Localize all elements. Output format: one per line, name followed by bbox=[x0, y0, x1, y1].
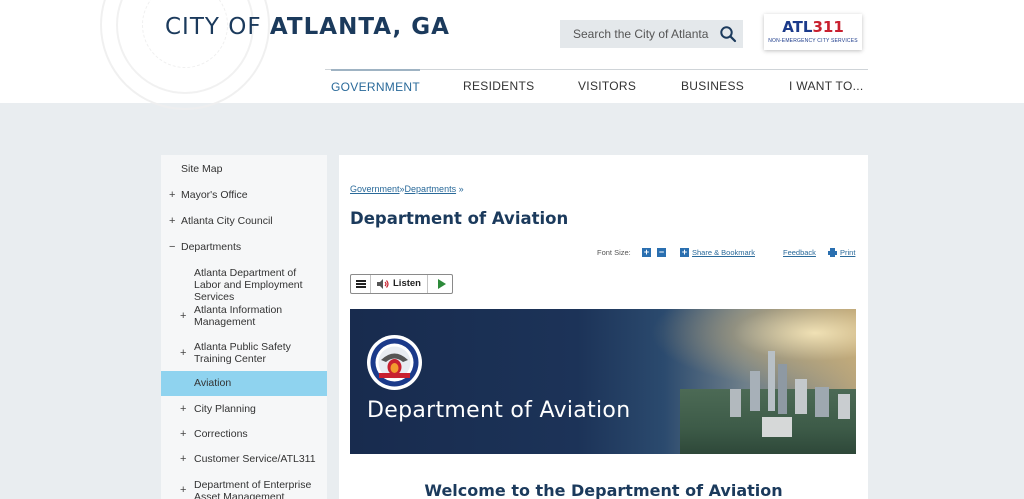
sidebar-item-label: Atlanta Information Management bbox=[194, 304, 283, 328]
expand-icon[interactable]: + bbox=[180, 453, 186, 465]
font-increase-button[interactable]: + bbox=[642, 248, 651, 257]
sidebar-item-label: Aviation bbox=[194, 377, 232, 389]
share-icon[interactable]: + bbox=[680, 248, 689, 257]
city-seal-icon bbox=[367, 335, 422, 390]
atl311-logo-atl: ATL bbox=[782, 18, 813, 36]
collapse-icon[interactable]: − bbox=[169, 241, 175, 253]
skyline-building bbox=[778, 364, 787, 414]
atl311-logo[interactable]: ATL311 NON-EMERGENCY CITY SERVICES bbox=[764, 14, 862, 50]
sidebar-item-label: Atlanta City Council bbox=[181, 215, 273, 227]
sidebar-item-site-map[interactable]: Site Map bbox=[161, 161, 327, 187]
skyline-building bbox=[795, 379, 807, 414]
breadcrumb-separator: » bbox=[456, 184, 464, 194]
search-icon[interactable] bbox=[719, 25, 737, 43]
font-size-label: Font Size: bbox=[597, 248, 631, 257]
atl311-logo-subtitle: NON-EMERGENCY CITY SERVICES bbox=[768, 38, 858, 44]
expand-icon[interactable]: + bbox=[169, 189, 175, 201]
sidebar-item-city-council[interactable]: + Atlanta City Council bbox=[161, 213, 327, 239]
site-title[interactable]: CITY OF ATLANTA, GA bbox=[165, 14, 450, 40]
listen-button[interactable]: Listen bbox=[372, 275, 428, 293]
nav-i-want-to[interactable]: I WANT TO... bbox=[789, 70, 864, 103]
banner-title: Department of Aviation bbox=[367, 398, 631, 423]
skyline-building bbox=[768, 351, 775, 411]
site-title-thin: CITY OF bbox=[165, 14, 270, 40]
nav-visitors[interactable]: VISITORS bbox=[578, 70, 636, 103]
breadcrumb-departments[interactable]: Departments bbox=[405, 184, 457, 194]
sidebar-item-label: Site Map bbox=[181, 163, 223, 175]
sidebar-item-corrections[interactable]: + Corrections bbox=[161, 422, 327, 447]
sidebar-item-departments[interactable]: − Departments bbox=[161, 239, 327, 265]
skyline-building bbox=[815, 387, 829, 417]
nav-residents[interactable]: RESIDENTS bbox=[463, 70, 534, 103]
font-decrease-button[interactable]: − bbox=[657, 248, 666, 257]
site-title-bold: ATLANTA, GA bbox=[269, 14, 450, 40]
department-banner: Department of Aviation bbox=[350, 309, 856, 454]
speaker-icon bbox=[377, 279, 389, 289]
sidebar-item-label: Atlanta Department of Labor and Employme… bbox=[194, 267, 303, 303]
expand-icon[interactable]: + bbox=[180, 484, 186, 496]
print-icon[interactable] bbox=[828, 248, 837, 257]
breadcrumb: Government»Departments » bbox=[350, 184, 464, 194]
welcome-heading: Welcome to the Department of Aviation bbox=[424, 481, 783, 499]
expand-icon[interactable]: + bbox=[180, 347, 186, 359]
print-link[interactable]: Print bbox=[840, 247, 855, 258]
expand-icon[interactable]: + bbox=[180, 403, 186, 415]
sidebar-item-label: Departments bbox=[181, 241, 242, 253]
atl311-logo-text: ATL311 bbox=[764, 16, 862, 38]
sidebar-item-label: Department of Enterprise Asset Managemen… bbox=[194, 479, 312, 499]
page-title: Department of Aviation bbox=[350, 209, 569, 228]
sidebar-item-customer-service[interactable]: + Customer Service/ATL311 bbox=[161, 447, 327, 473]
sidebar-item-label: Mayor's Office bbox=[181, 189, 248, 201]
sidebar-item-aviation[interactable]: Aviation bbox=[161, 371, 327, 396]
sidebar-item-mayors-office[interactable]: + Mayor's Office bbox=[161, 187, 327, 213]
sidebar-item-label: Atlanta Public Safety Training Center bbox=[194, 341, 291, 365]
skyline-building bbox=[750, 371, 760, 411]
expand-icon[interactable]: + bbox=[169, 215, 175, 227]
sidebar-item-labor-employment[interactable]: Atlanta Department of Labor and Employme… bbox=[161, 265, 327, 303]
feedback-link[interactable]: Feedback bbox=[783, 247, 816, 258]
search-input[interactable] bbox=[560, 20, 710, 48]
search-box bbox=[560, 20, 743, 48]
main-content: Government»Departments » Department of A… bbox=[339, 155, 868, 499]
sidebar-item-label: Customer Service/ATL311 bbox=[194, 453, 316, 465]
nav-government[interactable]: GOVERNMENT bbox=[331, 69, 421, 102]
sidebar-item-public-safety[interactable]: + Atlanta Public Safety Training Center bbox=[161, 340, 327, 371]
readspeaker-toolbar: Listen bbox=[350, 274, 453, 294]
atl311-logo-num: 311 bbox=[812, 18, 844, 36]
menu-icon[interactable] bbox=[351, 275, 371, 293]
share-bookmark-link[interactable]: Share & Bookmark bbox=[692, 247, 755, 258]
sidebar-item-label: Corrections bbox=[194, 428, 248, 440]
sidebar-item-information-management[interactable]: + Atlanta Information Management bbox=[161, 303, 327, 340]
sidebar-item-city-planning[interactable]: + City Planning bbox=[161, 396, 327, 422]
skyline-building bbox=[730, 389, 741, 417]
skyline-building bbox=[838, 394, 850, 419]
sidebar-item-enterprise-asset[interactable]: + Department of Enterprise Asset Managem… bbox=[161, 473, 327, 499]
nav-business[interactable]: BUSINESS bbox=[681, 70, 744, 103]
expand-icon[interactable]: + bbox=[180, 310, 186, 322]
play-icon[interactable] bbox=[429, 275, 453, 293]
skyline-building bbox=[762, 417, 792, 437]
sidebar-item-label: City Planning bbox=[194, 403, 256, 415]
expand-icon[interactable]: + bbox=[180, 428, 186, 440]
sidebar-nav: Site Map + Mayor's Office + Atlanta City… bbox=[161, 155, 327, 499]
site-header: CITY OF ATLANTA, GA ATL311 NON-EMERGENCY… bbox=[0, 0, 1024, 110]
listen-label: Listen bbox=[393, 278, 421, 289]
main-nav: GOVERNMENT RESIDENTS VISITORS BUSINESS I… bbox=[325, 69, 868, 103]
breadcrumb-government[interactable]: Government bbox=[350, 184, 400, 194]
